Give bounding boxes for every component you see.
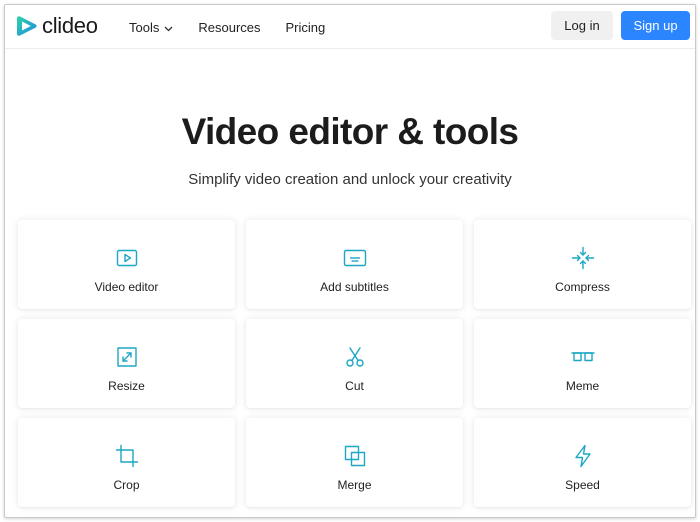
tool-label: Meme <box>565 379 600 393</box>
tool-card-speed[interactable]: Speed <box>474 418 691 507</box>
tool-card-cut[interactable]: Cut <box>246 319 463 408</box>
nav-pricing[interactable]: Pricing <box>286 20 326 35</box>
video-play-icon <box>116 249 137 267</box>
main-nav: Tools Resources Pricing <box>129 5 350 49</box>
crop-icon <box>115 444 138 468</box>
nav-tools[interactable]: Tools <box>129 20 173 35</box>
clideo-play-logo-icon <box>17 16 37 36</box>
tool-card-add-subtitles[interactable]: Add subtitles <box>246 220 463 309</box>
lightning-icon <box>574 444 591 468</box>
tool-card-compress[interactable]: Compress <box>474 220 691 309</box>
tool-card-merge[interactable]: Merge <box>246 418 463 507</box>
tools-grid: Video editor Add subtitles Compress Resi… <box>18 220 691 507</box>
clideo-logo[interactable]: clideo <box>16 13 98 39</box>
resize-icon <box>116 347 137 367</box>
logo-text: clideo <box>42 13 98 38</box>
tool-card-video-editor[interactable]: Video editor <box>18 220 235 309</box>
signup-button[interactable]: Sign up <box>621 11 690 40</box>
tool-label: Video editor <box>94 280 159 294</box>
tool-label: Merge <box>337 478 372 492</box>
nav-resources-label: Resources <box>198 19 261 35</box>
nav-pricing-label: Pricing <box>285 19 326 35</box>
tool-label: Speed <box>565 478 600 492</box>
scissors-icon <box>345 347 364 367</box>
tool-label: Crop <box>113 478 140 492</box>
merge-icon <box>344 445 365 467</box>
tool-label: Add subtitles <box>320 280 389 294</box>
nav-tools-label: Tools <box>129 19 160 35</box>
subtitles-icon <box>343 249 366 267</box>
tool-label: Resize <box>108 379 145 393</box>
top-navigation-bar: clideo Tools Resources Pricing Log in Si… <box>5 5 695 49</box>
glasses-icon <box>571 352 594 362</box>
nav-resources[interactable]: Resources <box>198 20 260 35</box>
page-title: Video editor & tools <box>181 111 519 152</box>
tool-label: Cut <box>345 379 364 393</box>
tool-label: Compress <box>555 280 610 294</box>
tool-card-crop[interactable]: Crop <box>18 418 235 507</box>
tool-card-resize[interactable]: Resize <box>18 319 235 408</box>
compress-icon <box>571 246 594 270</box>
chevron-down-icon <box>164 20 173 35</box>
browser-viewport: clideo Tools Resources Pricing Log in Si… <box>4 4 696 518</box>
tool-card-meme[interactable]: Meme <box>474 319 691 408</box>
login-button[interactable]: Log in <box>551 11 613 40</box>
page-subtitle: Simplify video creation and unlock your … <box>188 171 512 188</box>
